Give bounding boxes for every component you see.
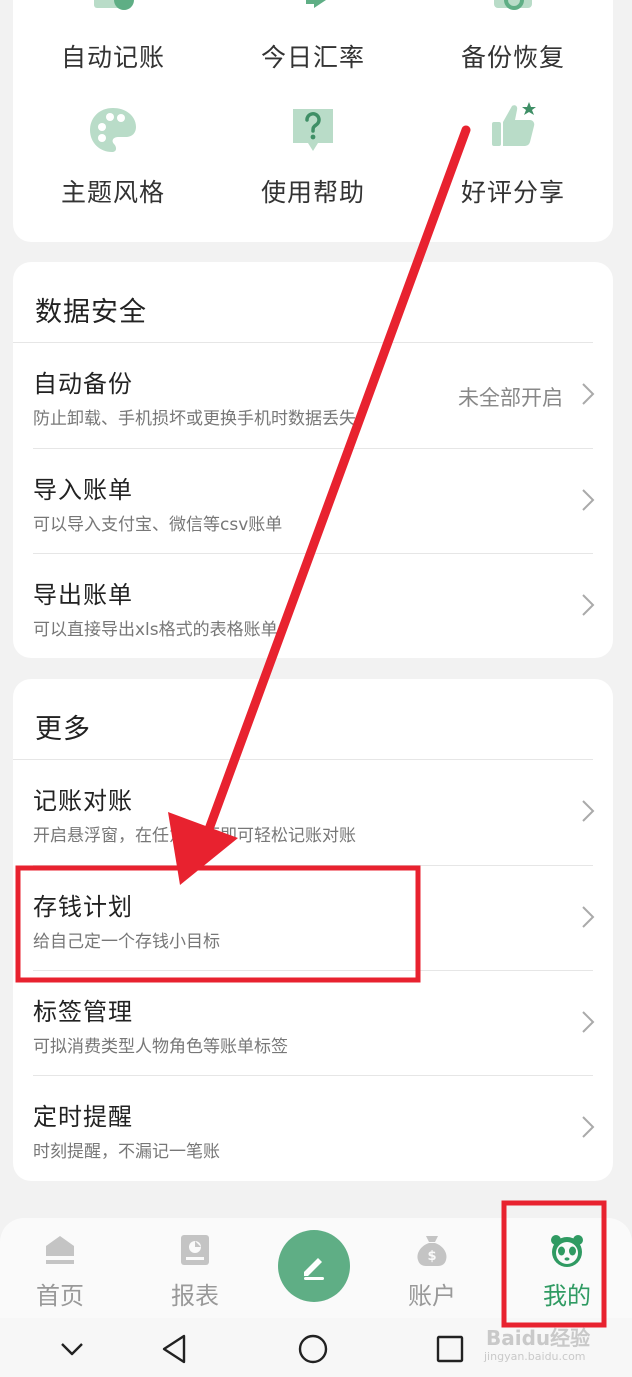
chevron-right-icon (582, 800, 595, 822)
thumbs-up-icon (492, 102, 536, 146)
row-title: 记账对账 (33, 787, 133, 815)
svg-text:$: $ (427, 1249, 436, 1264)
tab-accounts[interactable]: $ 账户 (372, 1218, 492, 1318)
watermark-text: Baidu经验 (486, 1326, 591, 1350)
tool-label: 使用帮助 (260, 178, 365, 207)
row-title: 自动备份 (33, 370, 133, 398)
row-subtitle: 防止卸载、手机损坏或更换手机时数据丢失 (33, 409, 356, 429)
data-security-card: 数据安全 自动备份 防止卸载、手机损坏或更换手机时数据丢失 未全部开启 导入账单… (13, 262, 613, 658)
tab-label: 报表 (171, 1282, 219, 1310)
chevron-right-icon (582, 383, 595, 405)
pencil-icon (304, 1258, 324, 1280)
divider (33, 970, 593, 971)
row-export-bill[interactable]: 导出账单 可以直接导出xls格式的表格账单 (13, 553, 613, 658)
tool-auto-bookkeeping[interactable]: 自动记账 (13, 0, 213, 80)
divider (33, 1075, 593, 1076)
divider (33, 553, 593, 554)
tab-mine[interactable]: 我的 (507, 1218, 627, 1318)
tools-card: 自动记账 今日汇率 备份恢复 主题风格 使用帮助 好评分享 (13, 0, 613, 242)
tool-rate-share[interactable]: 好评分享 (413, 95, 613, 215)
section-title: 更多 (35, 714, 91, 745)
row-title: 定时提醒 (33, 1103, 133, 1131)
tool-label: 好评分享 (460, 178, 565, 207)
chevron-right-icon (582, 489, 595, 511)
tab-label: 首页 (36, 1282, 84, 1310)
tool-help[interactable]: 使用帮助 (213, 95, 413, 215)
report-icon (181, 1235, 209, 1265)
tool-backup-restore[interactable]: 备份恢复 (413, 0, 613, 80)
row-subtitle: 开启悬浮窗，在任意页面即可轻松记账对账 (33, 826, 356, 846)
row-title: 导入账单 (33, 476, 133, 504)
home-circle-icon[interactable] (296, 1332, 330, 1366)
tab-home[interactable]: 首页 (0, 1218, 120, 1318)
back-triangle-icon[interactable] (158, 1332, 192, 1366)
tab-label: 我的 (543, 1282, 591, 1310)
exchange-rate-icon (306, 0, 326, 8)
chevron-right-icon (582, 906, 595, 928)
row-subtitle: 可以直接导出xls格式的表格账单 (33, 620, 278, 640)
chevron-right-icon (582, 1011, 595, 1033)
divider (13, 759, 593, 760)
tool-label: 今日汇率 (260, 43, 365, 72)
chevron-right-icon (582, 594, 595, 616)
bottom-tab-bar: 首页 报表 $ 账户 我的 (0, 1218, 632, 1318)
row-import-bill[interactable]: 导入账单 可以导入支付宝、微信等csv账单 (13, 448, 613, 553)
tool-theme-style[interactable]: 主题风格 (13, 95, 213, 215)
row-tag-management[interactable]: 标签管理 可拟消费类型人物角色等账单标签 (13, 970, 613, 1075)
panda-icon (551, 1235, 583, 1267)
more-card: 更多 记账对账 开启悬浮窗，在任意页面即可轻松记账对账 存钱计划 给自己定一个存… (13, 679, 613, 1181)
tool-label: 自动记账 (60, 43, 165, 72)
help-icon (293, 109, 333, 151)
section-title: 数据安全 (35, 297, 147, 328)
divider (33, 865, 593, 866)
row-savings-plan[interactable]: 存钱计划 给自己定一个存钱小目标 (13, 865, 613, 970)
watermark: Baidu经验 jingyan.baidu.com (478, 1320, 628, 1370)
tool-label: 主题风格 (60, 178, 165, 207)
row-subtitle: 时刻提醒，不漏记一笔账 (33, 1142, 220, 1162)
tab-reports[interactable]: 报表 (135, 1218, 255, 1318)
row-value: 未全部开启 (458, 386, 563, 410)
compose-button[interactable] (278, 1230, 350, 1302)
row-title: 导出账单 (33, 581, 133, 609)
divider (33, 448, 593, 449)
divider (13, 342, 593, 343)
recents-square-icon[interactable] (433, 1332, 467, 1366)
row-auto-backup[interactable]: 自动备份 防止卸载、手机损坏或更换手机时数据丢失 未全部开启 (13, 342, 613, 447)
row-subtitle: 可拟消费类型人物角色等账单标签 (33, 1037, 288, 1057)
row-subtitle: 可以导入支付宝、微信等csv账单 (33, 515, 283, 535)
money-bag-icon: $ (417, 1236, 447, 1266)
watermark-url: jingyan.baidu.com (484, 1350, 586, 1363)
home-icon (46, 1236, 74, 1264)
row-scheduled-reminder[interactable]: 定时提醒 时刻提醒，不漏记一笔账 (13, 1075, 613, 1180)
backup-restore-icon (494, 0, 532, 10)
auto-bookkeeping-icon (94, 0, 134, 10)
palette-icon (90, 108, 136, 152)
tool-label: 备份恢复 (460, 43, 565, 72)
row-title: 存钱计划 (33, 893, 133, 921)
tab-label: 账户 (408, 1282, 456, 1310)
row-bookkeeping-reconcile[interactable]: 记账对账 开启悬浮窗，在任意页面即可轻松记账对账 (13, 759, 613, 864)
chevron-down-icon[interactable] (55, 1332, 89, 1366)
tool-exchange-rate[interactable]: 今日汇率 (213, 0, 413, 80)
row-title: 标签管理 (33, 998, 133, 1026)
row-subtitle: 给自己定一个存钱小目标 (33, 932, 220, 952)
chevron-right-icon (582, 1116, 595, 1138)
